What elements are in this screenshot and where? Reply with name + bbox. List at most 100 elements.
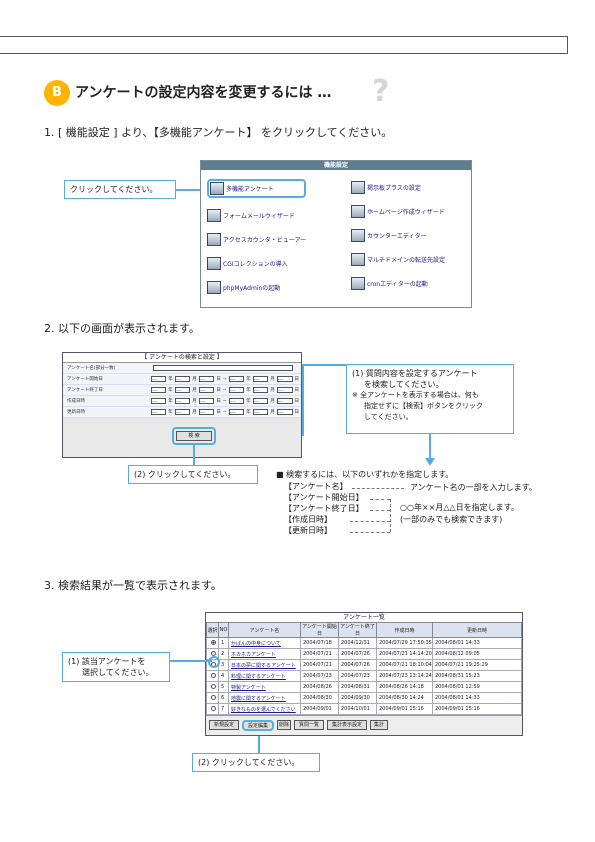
day-select[interactable]: ----: [198, 376, 215, 382]
select-radio[interactable]: [211, 672, 216, 678]
note-desc1: アンケート名の一部を入力します。: [410, 483, 537, 492]
func-counter-editor[interactable]: カウンターエディター: [351, 229, 445, 242]
func-cgi-collection[interactable]: CGIコレクションの導入: [207, 257, 306, 270]
table-row: 1 かばんの中身について 2004/07/18 2004/12/31 2004/…: [206, 637, 522, 649]
search-form-title: 【 アンケートの検索と設定 】: [63, 353, 301, 363]
func-phpmyadmin[interactable]: phpMyAdminの起動: [207, 281, 306, 294]
tally-display-button[interactable]: 集計表示設定: [327, 720, 367, 730]
year-select[interactable]: ----: [228, 376, 245, 382]
month-select[interactable]: ----: [174, 398, 191, 404]
select-radio[interactable]: [211, 694, 216, 700]
new-setting-button[interactable]: 新規設定: [209, 720, 239, 730]
step2-text: 2. 以下の画面が表示されます。: [44, 322, 200, 335]
survey-name-input[interactable]: [153, 365, 293, 371]
survey-link[interactable]: 特製アンケート: [228, 681, 301, 693]
arrow-down-icon: [425, 458, 435, 466]
table-row: 5 特製アンケート 2004/08/26 2004/08/31 2004/08/…: [206, 681, 522, 693]
table-row: 4 料理に関するアンケート 2004/07/23 2004/07/23 2004…: [206, 670, 522, 682]
day-select[interactable]: ----: [276, 376, 293, 382]
func-cron-editor[interactable]: cronエディターの起動: [351, 277, 445, 290]
func-multi-survey[interactable]: 多機能アンケート: [207, 179, 307, 198]
homepage-icon: [351, 205, 365, 218]
year-select[interactable]: ----: [150, 409, 167, 415]
dashed-line: [370, 510, 390, 511]
survey-link[interactable]: かばんの中身について: [228, 637, 301, 649]
row-updated-date: 更新日時 ---- 年 ---- 月 ---- 日 ~ ---- 年 ---- 月 ----…: [63, 407, 301, 418]
row-start-date: アンケート開始日 ---- 年 ---- 月 ---- 日 ~ ---- 年 ---- 月 …: [63, 374, 301, 385]
select-radio[interactable]: [211, 683, 216, 689]
function-list-left: 多機能アンケート フォームメールウィザード アクセスカウンタ・ビューアー CGI…: [207, 179, 307, 294]
dashed-line: [370, 499, 390, 500]
table-row: 2 ホカホカアンケート 2004/07/21 2004/07/26 2004/0…: [206, 648, 522, 660]
year-select[interactable]: ----: [150, 398, 167, 404]
survey-table: 選択 NO アンケート名 アンケート開始日 アンケート終了日 作成日時 更新日時…: [206, 622, 522, 715]
year-select[interactable]: ----: [228, 387, 245, 393]
function-settings-window: 機能設定 多機能アンケート フォームメールウィザード アクセスカウンタ・ビューア…: [200, 160, 472, 308]
step3-callout1: (1) 該当アンケートを 選択してください。: [62, 652, 170, 682]
day-select[interactable]: ----: [198, 409, 215, 415]
func-homepage-wizard[interactable]: ホームページ作成ウィザード: [351, 205, 445, 218]
survey-link[interactable]: 好きなものを選んでください: [228, 703, 301, 715]
year-select[interactable]: ----: [228, 398, 245, 404]
month-select[interactable]: ----: [252, 409, 269, 415]
month-select[interactable]: ----: [252, 387, 269, 393]
table-header: 選択 NO アンケート名 アンケート開始日 アンケート終了日 作成日時 更新日時: [206, 622, 522, 638]
cron-icon: [351, 277, 365, 290]
day-select[interactable]: ----: [276, 409, 293, 415]
delete-button[interactable]: 削除: [277, 720, 291, 730]
dashed-line: [350, 532, 390, 533]
survey-link[interactable]: 日本の夢に関するアンケート: [228, 659, 301, 671]
step3-callout2-line: [258, 736, 260, 754]
search-note-heading: ■ 検索するには、以下のいずれかを指定します。: [276, 470, 454, 479]
dashed-bracket: [390, 499, 391, 532]
survey-link[interactable]: 地震に関するアンケート: [228, 692, 301, 704]
section-title: アンケートの設定内容を変更するには …: [75, 85, 332, 101]
year-select[interactable]: ----: [228, 409, 245, 415]
month-select[interactable]: ----: [174, 409, 191, 415]
action-buttons: 新規設定 設定編集 削除 質問一覧 集計表示設定 集計: [206, 715, 522, 735]
select-radio[interactable]: [211, 705, 216, 711]
select-radio[interactable]: [211, 639, 216, 645]
step2-callout2: (2) クリックしてください。: [128, 465, 258, 484]
select-radio[interactable]: [211, 650, 216, 656]
month-select[interactable]: ----: [174, 387, 191, 393]
step3-callout2: (2) クリックしてください。: [192, 753, 320, 772]
radio-highlight: [208, 656, 220, 668]
year-select[interactable]: ----: [150, 387, 167, 393]
func-form-mail[interactable]: フォームメールウィザード: [207, 209, 306, 222]
month-select[interactable]: ----: [252, 376, 269, 382]
survey-list-title: アンケート一覧: [206, 613, 522, 622]
phpmyadmin-icon: [207, 281, 221, 294]
callout-bracket: [302, 364, 304, 436]
cgi-icon: [207, 257, 221, 270]
dashed-line: [352, 488, 404, 489]
function-settings-title: 機能設定: [201, 161, 471, 170]
edit-setting-button[interactable]: 設定編集: [242, 720, 274, 731]
survey-link[interactable]: 料理に関するアンケート: [228, 670, 301, 682]
month-select[interactable]: ----: [174, 376, 191, 382]
day-select[interactable]: ----: [198, 398, 215, 404]
func-access-counter[interactable]: アクセスカウンタ・ビューアー: [207, 233, 306, 246]
survey-list-window: アンケート一覧 選択 NO アンケート名 アンケート開始日 アンケート終了日 作…: [205, 612, 523, 736]
func-multi-domain[interactable]: マルチドメインの転送先設定: [351, 253, 445, 266]
step2-callout2-line: [193, 445, 195, 465]
survey-link[interactable]: ホカホカアンケート: [228, 648, 301, 660]
search-note-list: 【アンケート名】 【アンケート開始日】 【アンケート終了日】 【作成日時】 【更…: [284, 482, 364, 535]
step1-text: 1. [ 機能設定 ] より、【多機能アンケート】 をクリックしてください。: [44, 126, 393, 139]
day-select[interactable]: ----: [198, 387, 215, 393]
step2-callout1: (1) 質問内容を設定するアンケート を検索してください。 ※ 全アンケートを表…: [346, 364, 514, 434]
function-list-right: 掲示板プラスの設定 ホームページ作成ウィザード カウンターエディター マルチドメ…: [351, 181, 445, 290]
search-button[interactable]: 検 索: [176, 431, 212, 441]
func-bbs-plus[interactable]: 掲示板プラスの設定: [351, 181, 445, 194]
step3-text: 3. 検索結果が一覧で表示されます。: [44, 579, 222, 592]
day-select[interactable]: ----: [276, 398, 293, 404]
tally-button[interactable]: 集計: [370, 720, 388, 730]
table-row: 6 地震に関するアンケート 2004/08/30 2004/09/30 2004…: [206, 692, 522, 704]
row-survey-name: アンケート名(部分一致): [63, 363, 301, 374]
day-select[interactable]: ----: [276, 387, 293, 393]
year-select[interactable]: ----: [150, 376, 167, 382]
question-list-button[interactable]: 質問一覧: [294, 720, 324, 730]
month-select[interactable]: ----: [252, 398, 269, 404]
step1-callout: クリックしてください。: [64, 180, 176, 199]
header-bar: [0, 36, 568, 54]
